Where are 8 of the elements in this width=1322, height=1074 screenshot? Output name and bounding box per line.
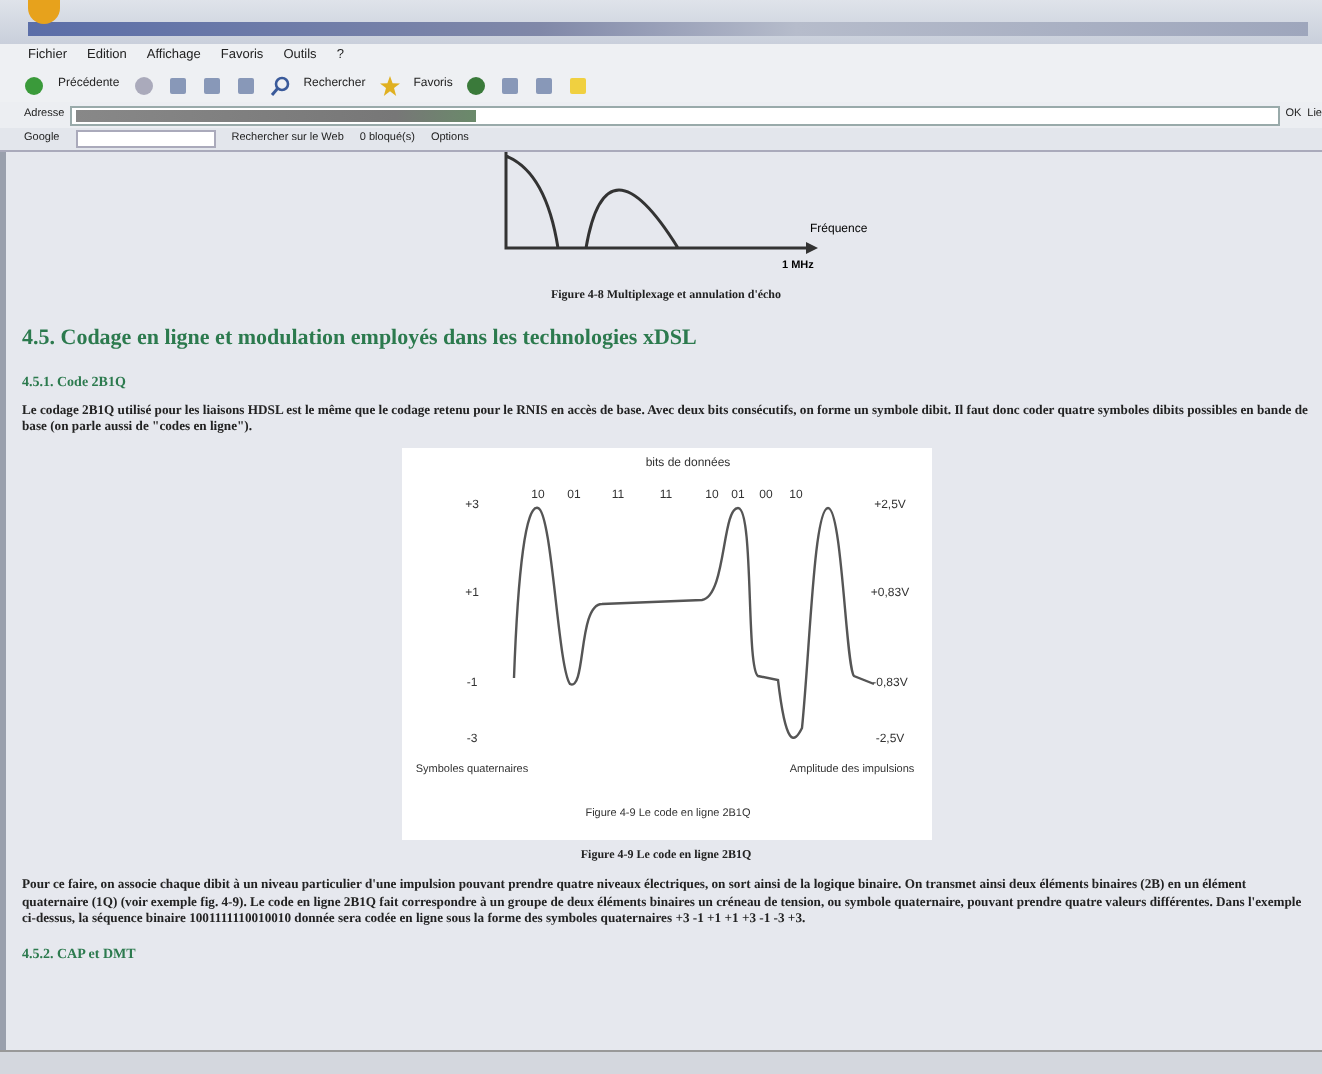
- back-icon[interactable]: [24, 75, 44, 95]
- star-icon[interactable]: [379, 75, 400, 95]
- google-search-field[interactable]: [75, 130, 216, 148]
- logo-icon: [28, 0, 60, 24]
- forward-icon[interactable]: [133, 75, 154, 95]
- search-icon[interactable]: [269, 75, 290, 95]
- address-field[interactable]: [70, 105, 1280, 125]
- section-heading: 4.5. Codage en ligne et modulation employés dans les technologies xDSL: [22, 324, 699, 354]
